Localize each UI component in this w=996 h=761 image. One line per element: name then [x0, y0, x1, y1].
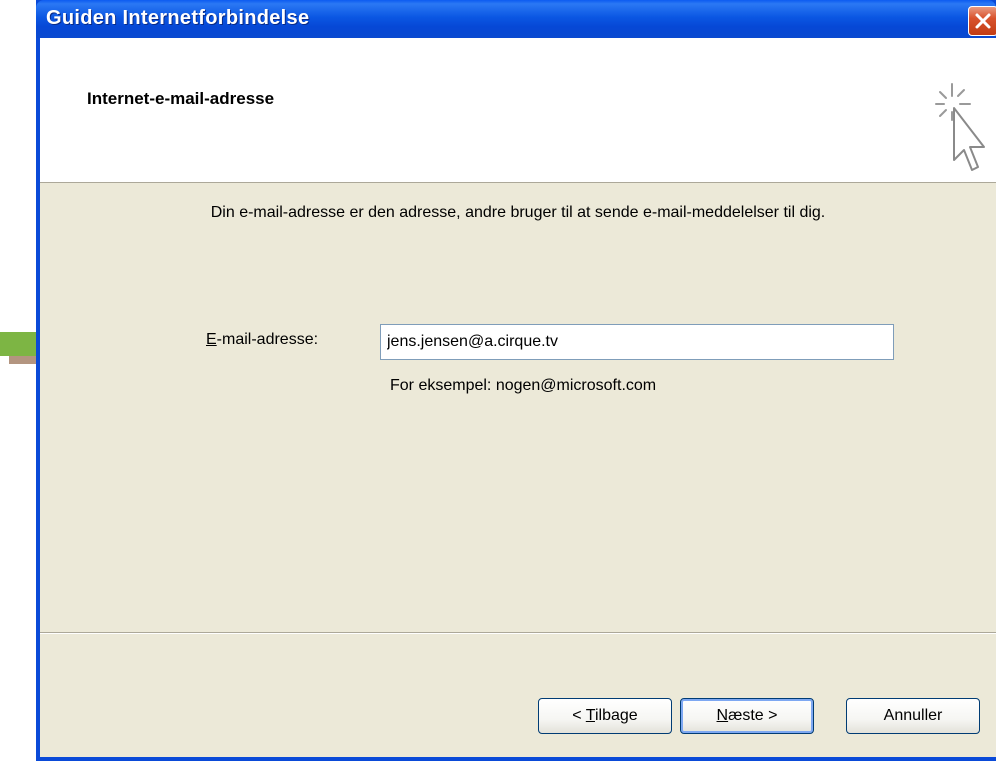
wizard-cursor-icon [935, 83, 985, 171]
back-button-mnemonic: T [585, 707, 595, 724]
email-field[interactable] [380, 324, 894, 360]
wizard-header: Internet-e-mail-adresse [40, 38, 996, 183]
title-bar[interactable]: Guiden Internetforbindelse [36, 0, 996, 38]
email-label: E-mail-adresse: [206, 331, 318, 349]
back-button-label: ilbage [594, 707, 638, 724]
back-button[interactable]: < Tilbage [538, 698, 672, 734]
dialog-client: Internet-e-mail-adresse Din e-mail-adres… [40, 38, 996, 757]
cancel-button[interactable]: Annuller [846, 698, 980, 734]
next-button[interactable]: Næste > [680, 698, 814, 734]
back-button-prefix: < [572, 707, 586, 724]
description-text: Din e-mail-adresse er den adresse, andre… [210, 204, 826, 221]
next-button-mnemonic: N [716, 707, 729, 724]
page-title: Internet-e-mail-adresse [87, 89, 275, 108]
next-button-label: æste > [728, 707, 778, 724]
window-title: Guiden Internetforbindelse [46, 7, 310, 29]
email-label-mnemonic: E [206, 331, 217, 348]
footer-separator [40, 632, 996, 634]
example-text: For eksempel: nogen@microsoft.com [390, 377, 657, 394]
wizard-window: Guiden Internetforbindelse Internet-e-ma… [36, 0, 996, 761]
close-icon [975, 13, 991, 29]
email-label-text: -mail-adresse: [216, 331, 319, 348]
close-button[interactable] [968, 6, 996, 36]
